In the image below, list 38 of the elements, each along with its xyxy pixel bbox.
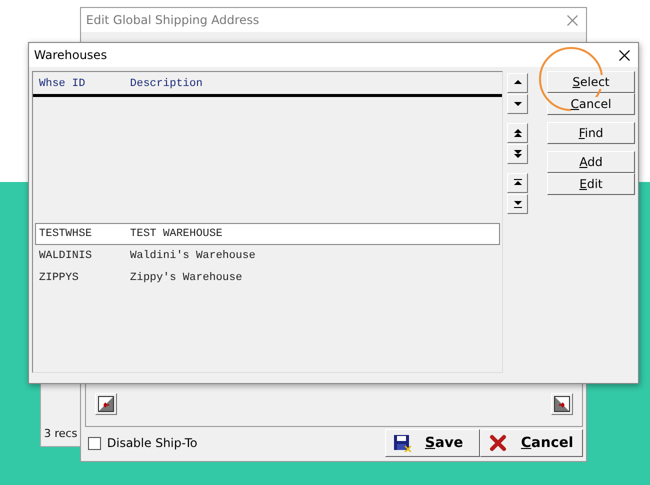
cancel-icon bbox=[489, 434, 507, 452]
up-arrow-button[interactable] bbox=[507, 73, 528, 93]
arrow-icon bbox=[554, 396, 570, 412]
checkbox-label: Disable Ship-To bbox=[107, 436, 198, 450]
column-header: Description bbox=[130, 78, 204, 90]
double-up-arrow-button[interactable] bbox=[507, 123, 528, 143]
arrow-icon bbox=[98, 396, 114, 412]
table-cell-text: Zippy's Warehouse bbox=[130, 272, 244, 284]
top-arrow-button[interactable] bbox=[507, 173, 528, 193]
down-arrow-button[interactable] bbox=[507, 94, 528, 114]
save-button[interactable]: Save bbox=[385, 429, 480, 457]
next-button[interactable] bbox=[551, 393, 573, 415]
dialog-button[interactable]: Select bbox=[547, 71, 635, 93]
dialog-title: Warehouses bbox=[34, 48, 107, 62]
column-header: Whse ID bbox=[39, 78, 86, 90]
disable-ship-to-checkbox[interactable] bbox=[88, 436, 101, 450]
table-cell-text: TESTWHSE bbox=[39, 228, 93, 240]
previous-button[interactable] bbox=[95, 393, 117, 415]
table-cell-text: WALDINIS bbox=[39, 250, 93, 262]
double-up-arrow-icon bbox=[512, 127, 524, 139]
bottom-arrow-button[interactable] bbox=[507, 194, 528, 214]
dialog-button[interactable]: Edit bbox=[547, 173, 635, 195]
list-row[interactable]: ZIPPYS Zippy's Warehouse bbox=[35, 267, 500, 289]
record-count: 3 recs bbox=[43, 427, 78, 442]
bottom-arrow-icon bbox=[512, 198, 524, 210]
list-row[interactable]: TESTWHSE TEST WAREHOUSE bbox=[35, 223, 500, 245]
cancel-button[interactable]: Cancel bbox=[480, 429, 583, 457]
dialog-button[interactable]: Find bbox=[547, 122, 635, 144]
double-down-arrow-icon bbox=[512, 148, 524, 160]
table-cell-text: Waldini's Warehouse bbox=[130, 250, 256, 262]
table-cell-text: TEST WAREHOUSE bbox=[130, 228, 224, 240]
list-row[interactable]: WALDINIS Waldini's Warehouse bbox=[35, 245, 500, 267]
double-down-arrow-button[interactable] bbox=[507, 144, 528, 164]
close-icon[interactable] bbox=[619, 50, 630, 60]
dialog-button[interactable]: Cancel bbox=[547, 93, 635, 115]
table-cell-text: ZIPPYS bbox=[39, 272, 80, 284]
dialog-button[interactable]: Add bbox=[547, 151, 635, 173]
window-title: Edit Global Shipping Address bbox=[86, 13, 260, 27]
